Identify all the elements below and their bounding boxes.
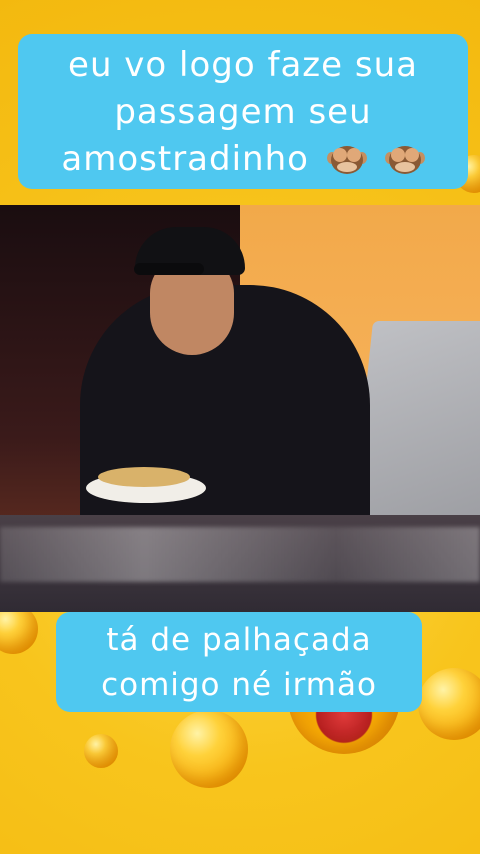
bottom-caption-line1: tá de palhaçada <box>106 622 372 658</box>
blurred-band <box>0 527 480 582</box>
bottom-caption: tá de palhaçada comigo né irmão <box>56 612 422 712</box>
emoji-ball <box>170 710 248 788</box>
top-caption: eu vo logo faze sua passagem seu amostra… <box>18 34 468 189</box>
food <box>98 467 190 487</box>
laptop <box>350 321 480 531</box>
see-no-evil-monkey-icon <box>326 140 367 176</box>
see-no-evil-monkey-icon <box>384 140 425 176</box>
cap-brim <box>134 263 204 275</box>
bottom-caption-line2: comigo né irmão <box>101 667 377 703</box>
video-frame[interactable] <box>0 205 480 612</box>
emoji-ball <box>418 668 480 740</box>
emoji-ball <box>84 734 118 768</box>
